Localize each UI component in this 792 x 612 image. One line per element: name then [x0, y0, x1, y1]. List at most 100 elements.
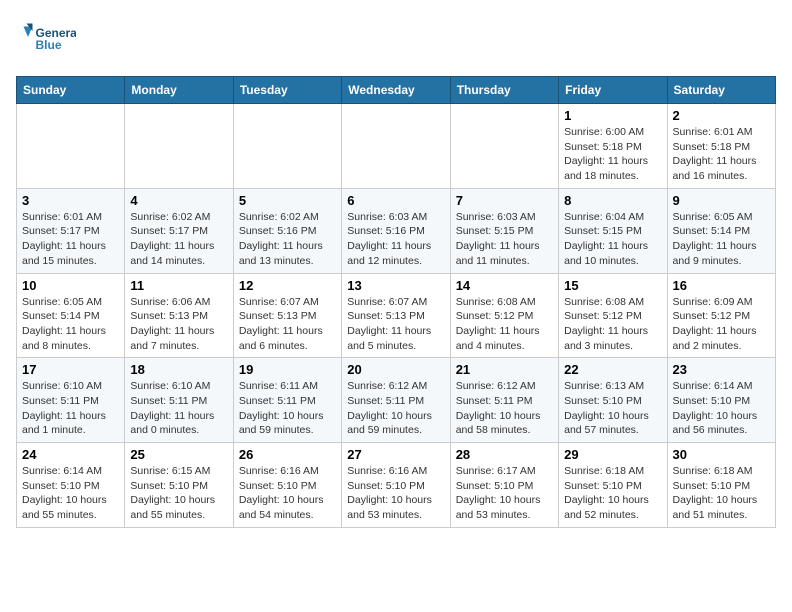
- weekday-header-saturday: Saturday: [667, 77, 775, 104]
- day-number: 15: [564, 278, 661, 293]
- day-info: Sunrise: 6:14 AM Sunset: 5:10 PM Dayligh…: [673, 379, 770, 438]
- day-info: Sunrise: 6:14 AM Sunset: 5:10 PM Dayligh…: [22, 464, 119, 523]
- weekday-header-thursday: Thursday: [450, 77, 558, 104]
- calendar-cell: 16 Sunrise: 6:09 AM Sunset: 5:12 PM Dayli…: [667, 273, 775, 358]
- weekday-header-friday: Friday: [559, 77, 667, 104]
- day-info: Sunrise: 6:03 AM Sunset: 5:15 PM Dayligh…: [456, 210, 553, 269]
- calendar-cell: 18 Sunrise: 6:10 AM Sunset: 5:11 PM Dayli…: [125, 358, 233, 443]
- calendar-cell: 4 Sunrise: 6:02 AM Sunset: 5:17 PM Daylig…: [125, 188, 233, 273]
- day-info: Sunrise: 6:07 AM Sunset: 5:13 PM Dayligh…: [239, 295, 336, 354]
- calendar-week-4: 17 Sunrise: 6:10 AM Sunset: 5:11 PM Dayli…: [17, 358, 776, 443]
- day-number: 17: [22, 362, 119, 377]
- day-number: 9: [673, 193, 770, 208]
- day-number: 18: [130, 362, 227, 377]
- day-number: 5: [239, 193, 336, 208]
- day-info: Sunrise: 6:16 AM Sunset: 5:10 PM Dayligh…: [347, 464, 444, 523]
- day-number: 14: [456, 278, 553, 293]
- day-info: Sunrise: 6:15 AM Sunset: 5:10 PM Dayligh…: [130, 464, 227, 523]
- day-info: Sunrise: 6:16 AM Sunset: 5:10 PM Dayligh…: [239, 464, 336, 523]
- day-info: Sunrise: 6:12 AM Sunset: 5:11 PM Dayligh…: [347, 379, 444, 438]
- calendar-cell: 1 Sunrise: 6:00 AM Sunset: 5:18 PM Daylig…: [559, 104, 667, 189]
- day-info: Sunrise: 6:18 AM Sunset: 5:10 PM Dayligh…: [564, 464, 661, 523]
- calendar-cell: 20 Sunrise: 6:12 AM Sunset: 5:11 PM Dayli…: [342, 358, 450, 443]
- day-number: 25: [130, 447, 227, 462]
- day-info: Sunrise: 6:05 AM Sunset: 5:14 PM Dayligh…: [673, 210, 770, 269]
- calendar-cell: 24 Sunrise: 6:14 AM Sunset: 5:10 PM Dayli…: [17, 443, 125, 528]
- calendar-cell: 27 Sunrise: 6:16 AM Sunset: 5:10 PM Dayli…: [342, 443, 450, 528]
- day-number: 19: [239, 362, 336, 377]
- calendar-cell: [233, 104, 341, 189]
- weekday-header-tuesday: Tuesday: [233, 77, 341, 104]
- calendar-cell: 10 Sunrise: 6:05 AM Sunset: 5:14 PM Dayli…: [17, 273, 125, 358]
- day-info: Sunrise: 6:02 AM Sunset: 5:16 PM Dayligh…: [239, 210, 336, 269]
- day-info: Sunrise: 6:02 AM Sunset: 5:17 PM Dayligh…: [130, 210, 227, 269]
- calendar-cell: 13 Sunrise: 6:07 AM Sunset: 5:13 PM Dayli…: [342, 273, 450, 358]
- day-number: 13: [347, 278, 444, 293]
- day-info: Sunrise: 6:17 AM Sunset: 5:10 PM Dayligh…: [456, 464, 553, 523]
- calendar-cell: [17, 104, 125, 189]
- calendar-cell: 14 Sunrise: 6:08 AM Sunset: 5:12 PM Dayli…: [450, 273, 558, 358]
- day-info: Sunrise: 6:11 AM Sunset: 5:11 PM Dayligh…: [239, 379, 336, 438]
- calendar-cell: 25 Sunrise: 6:15 AM Sunset: 5:10 PM Dayli…: [125, 443, 233, 528]
- calendar-header-row: SundayMondayTuesdayWednesdayThursdayFrid…: [17, 77, 776, 104]
- day-info: Sunrise: 6:00 AM Sunset: 5:18 PM Dayligh…: [564, 125, 661, 184]
- svg-text:Blue: Blue: [36, 38, 62, 52]
- calendar-cell: 23 Sunrise: 6:14 AM Sunset: 5:10 PM Dayli…: [667, 358, 775, 443]
- day-info: Sunrise: 6:13 AM Sunset: 5:10 PM Dayligh…: [564, 379, 661, 438]
- calendar-cell: 3Sunrise: 6:01 AM Sunset: 5:17 PM Daylig…: [17, 188, 125, 273]
- day-number: 29: [564, 447, 661, 462]
- day-number: 30: [673, 447, 770, 462]
- page-header: General Blue: [16, 16, 776, 64]
- calendar-week-2: 3Sunrise: 6:01 AM Sunset: 5:17 PM Daylig…: [17, 188, 776, 273]
- day-info: Sunrise: 6:08 AM Sunset: 5:12 PM Dayligh…: [564, 295, 661, 354]
- calendar-cell: 6Sunrise: 6:03 AM Sunset: 5:16 PM Daylig…: [342, 188, 450, 273]
- day-info: Sunrise: 6:07 AM Sunset: 5:13 PM Dayligh…: [347, 295, 444, 354]
- day-number: 23: [673, 362, 770, 377]
- day-info: Sunrise: 6:04 AM Sunset: 5:15 PM Dayligh…: [564, 210, 661, 269]
- day-number: 3: [22, 193, 119, 208]
- calendar-week-1: 1 Sunrise: 6:00 AM Sunset: 5:18 PM Daylig…: [17, 104, 776, 189]
- calendar-cell: 5 Sunrise: 6:02 AM Sunset: 5:16 PM Daylig…: [233, 188, 341, 273]
- day-info: Sunrise: 6:12 AM Sunset: 5:11 PM Dayligh…: [456, 379, 553, 438]
- day-info: Sunrise: 6:01 AM Sunset: 5:18 PM Dayligh…: [673, 125, 770, 184]
- day-info: Sunrise: 6:10 AM Sunset: 5:11 PM Dayligh…: [130, 379, 227, 438]
- calendar-cell: 12 Sunrise: 6:07 AM Sunset: 5:13 PM Dayli…: [233, 273, 341, 358]
- day-number: 24: [22, 447, 119, 462]
- day-number: 16: [673, 278, 770, 293]
- day-number: 21: [456, 362, 553, 377]
- calendar-cell: 2 Sunrise: 6:01 AM Sunset: 5:18 PM Daylig…: [667, 104, 775, 189]
- calendar-cell: 29 Sunrise: 6:18 AM Sunset: 5:10 PM Dayli…: [559, 443, 667, 528]
- day-number: 6: [347, 193, 444, 208]
- day-number: 12: [239, 278, 336, 293]
- calendar-cell: 21 Sunrise: 6:12 AM Sunset: 5:11 PM Dayli…: [450, 358, 558, 443]
- day-number: 26: [239, 447, 336, 462]
- day-info: Sunrise: 6:09 AM Sunset: 5:12 PM Dayligh…: [673, 295, 770, 354]
- calendar-cell: 9 Sunrise: 6:05 AM Sunset: 5:14 PM Daylig…: [667, 188, 775, 273]
- weekday-header-monday: Monday: [125, 77, 233, 104]
- day-number: 7: [456, 193, 553, 208]
- day-number: 11: [130, 278, 227, 293]
- calendar-cell: 22 Sunrise: 6:13 AM Sunset: 5:10 PM Dayli…: [559, 358, 667, 443]
- calendar-table: SundayMondayTuesdayWednesdayThursdayFrid…: [16, 76, 776, 528]
- day-number: 27: [347, 447, 444, 462]
- calendar-cell: 15 Sunrise: 6:08 AM Sunset: 5:12 PM Dayli…: [559, 273, 667, 358]
- day-info: Sunrise: 6:08 AM Sunset: 5:12 PM Dayligh…: [456, 295, 553, 354]
- day-info: Sunrise: 6:05 AM Sunset: 5:14 PM Dayligh…: [22, 295, 119, 354]
- calendar-cell: 26 Sunrise: 6:16 AM Sunset: 5:10 PM Dayli…: [233, 443, 341, 528]
- calendar-cell: 7 Sunrise: 6:03 AM Sunset: 5:15 PM Daylig…: [450, 188, 558, 273]
- calendar-cell: 19 Sunrise: 6:11 AM Sunset: 5:11 PM Dayli…: [233, 358, 341, 443]
- logo: General Blue: [16, 16, 76, 64]
- calendar-week-5: 24 Sunrise: 6:14 AM Sunset: 5:10 PM Dayli…: [17, 443, 776, 528]
- day-number: 22: [564, 362, 661, 377]
- calendar-cell: 11Sunrise: 6:06 AM Sunset: 5:13 PM Dayli…: [125, 273, 233, 358]
- calendar-cell: [450, 104, 558, 189]
- calendar-week-3: 10 Sunrise: 6:05 AM Sunset: 5:14 PM Dayli…: [17, 273, 776, 358]
- day-number: 20: [347, 362, 444, 377]
- day-number: 2: [673, 108, 770, 123]
- day-number: 1: [564, 108, 661, 123]
- day-number: 10: [22, 278, 119, 293]
- day-info: Sunrise: 6:10 AM Sunset: 5:11 PM Dayligh…: [22, 379, 119, 438]
- calendar-cell: [342, 104, 450, 189]
- logo-svg: General Blue: [16, 16, 76, 64]
- day-number: 4: [130, 193, 227, 208]
